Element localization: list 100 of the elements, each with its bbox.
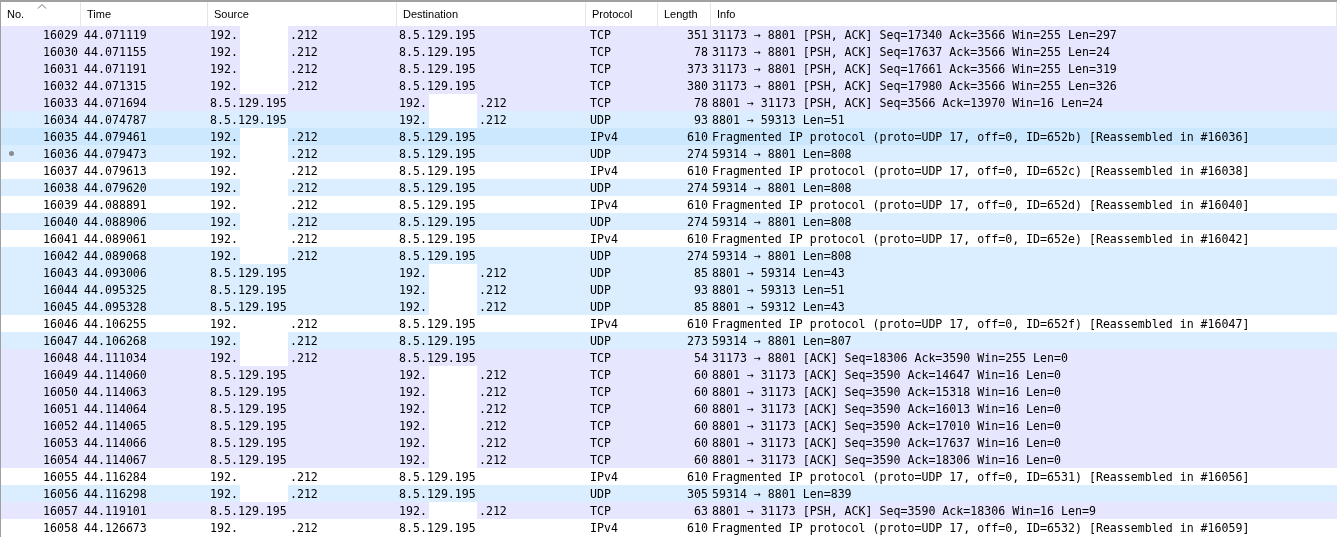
protocol-name: TCP — [589, 417, 612, 434]
packet-info: 31173 → 8801 [PSH, ACK] Seq=17340 Ack=3566 Win=255 Len=297 — [711, 26, 1118, 43]
address-part: .212 — [478, 112, 507, 127]
redaction-block — [428, 366, 477, 383]
packet-row[interactable]: 16034 44.074787 8.5.129.195 192. .212 UDP 93 8801 → 59313 Len=51 — [1, 111, 1337, 128]
source-address: 8.5.129.195 — [209, 383, 288, 400]
timestamp: 44.088891 — [83, 196, 148, 213]
address-part: 192. — [210, 333, 238, 348]
address-part: 192. — [210, 61, 238, 76]
destination-address: 8.5.129.195 — [398, 349, 477, 366]
protocol-name: UDP — [589, 264, 612, 281]
destination-address: 8.5.129.195 — [398, 128, 477, 145]
source-address: 8.5.129.195 — [209, 417, 288, 434]
redaction-block — [239, 349, 288, 366]
destination-address: 8.5.129.195 — [398, 247, 477, 264]
packet-row[interactable]: 16035 44.079461 192. .212 8.5.129.195 IPv4 610 Fragmented IP protocol (proto=UDP 17, off=0, ID=652b) [Reassembled in #16036] — [1, 128, 1337, 145]
packet-number: 16058 — [42, 519, 79, 536]
packet-info: Fragmented IP protocol (proto=UDP 17, off=0, ID=652f) [Reassembled in #16047] — [711, 315, 1251, 332]
packet-length: 85 — [693, 298, 709, 315]
packet-info: Fragmented IP protocol (proto=UDP 17, off=0, ID=652d) [Reassembled in #16040] — [711, 196, 1251, 213]
packet-row[interactable]: 16031 44.071191 192. .212 8.5.129.195 TCP 373 31173 → 8801 [PSH, ACK] Seq=17661 Ack=3566 Win=255 Len=319 — [1, 60, 1337, 77]
packet-length: 60 — [693, 383, 709, 400]
packet-number: 16055 — [42, 468, 79, 485]
packet-row[interactable]: 16050 44.114063 8.5.129.195 192. .212 TCP 60 8801 → 31173 [ACK] Seq=3590 Ack=15318 Win=16 Len=0 — [1, 383, 1337, 400]
address-part: 192. — [210, 469, 238, 484]
destination-address: 8.5.129.195 — [398, 43, 477, 60]
packet-length: 63 — [693, 502, 709, 519]
packet-number: 16038 — [42, 179, 79, 196]
packet-row[interactable]: 16053 44.114066 8.5.129.195 192. .212 TCP 60 8801 → 31173 [ACK] Seq=3590 Ack=17637 Win=16 Len=0 — [1, 434, 1337, 451]
destination-address: 8.5.129.195 — [398, 230, 477, 247]
source-address: 8.5.129.195 — [209, 298, 288, 315]
timestamp: 44.079461 — [83, 128, 148, 145]
packet-info: 8801 → 31173 [PSH, ACK] Seq=3566 Ack=13970 Win=16 Len=24 — [711, 94, 1104, 111]
packet-row[interactable]: 16049 44.114060 8.5.129.195 192. .212 TCP 60 8801 → 31173 [ACK] Seq=3590 Ack=14647 Win=16 Len=0 — [1, 366, 1337, 383]
packet-info: Fragmented IP protocol (proto=UDP 17, off=0, ID=6532) [Reassembled in #16059] — [711, 519, 1251, 536]
address-part: 192. — [210, 78, 238, 93]
address-part: .212 — [478, 265, 507, 280]
address-part: 192. — [210, 129, 238, 144]
address-part: .212 — [289, 163, 318, 178]
protocol-name: TCP — [589, 94, 612, 111]
packet-row[interactable]: 16044 44.095325 8.5.129.195 192. .212 UDP 93 8801 → 59313 Len=51 — [1, 281, 1337, 298]
redaction-block — [428, 264, 477, 281]
packet-row[interactable]: 16030 44.071155 192. .212 8.5.129.195 TCP 78 31173 → 8801 [PSH, ACK] Seq=17637 Ack=3566 Win=255 Len=24 — [1, 43, 1337, 60]
redaction-block — [239, 247, 288, 264]
packet-row[interactable]: 16043 44.093006 8.5.129.195 192. .212 UDP 85 8801 → 59314 Len=43 — [1, 264, 1337, 281]
protocol-name: UDP — [589, 485, 612, 502]
protocol-name: TCP — [589, 451, 612, 468]
packet-row[interactable]: 16036 44.079473 192. .212 8.5.129.195 UDP 274 59314 → 8801 Len=808 — [1, 145, 1337, 162]
packet-length: 351 — [686, 26, 709, 43]
packet-row[interactable]: 16056 44.116298 192. .212 8.5.129.195 UDP 305 59314 → 8801 Len=839 — [1, 485, 1337, 502]
packet-number: 16054 — [42, 451, 79, 468]
packet-length: 305 — [686, 485, 709, 502]
timestamp: 44.071119 — [83, 26, 148, 43]
timestamp: 44.111034 — [83, 349, 148, 366]
timestamp: 44.071155 — [83, 43, 148, 60]
source-address: 8.5.129.195 — [209, 451, 288, 468]
packet-row[interactable]: 16047 44.106268 192. .212 8.5.129.195 UDP 273 59314 → 8801 Len=807 — [1, 332, 1337, 349]
packet-info: 59314 → 8801 Len=808 — [711, 179, 853, 196]
packet-info: 31173 → 8801 [PSH, ACK] Seq=17637 Ack=3566 Win=255 Len=24 — [711, 43, 1111, 60]
packet-row[interactable]: 16038 44.079620 192. .212 8.5.129.195 UDP 274 59314 → 8801 Len=808 — [1, 179, 1337, 196]
packet-length: 610 — [686, 468, 709, 485]
packet-row[interactable]: 16032 44.071315 192. .212 8.5.129.195 TCP 380 31173 → 8801 [PSH, ACK] Seq=17980 Ack=3566 Win=255 Len=326 — [1, 77, 1337, 94]
packet-row[interactable]: 16048 44.111034 192. .212 8.5.129.195 TCP 54 31173 → 8801 [ACK] Seq=18306 Ack=3590 Win=255 Len=0 — [1, 349, 1337, 366]
protocol-name: UDP — [589, 247, 612, 264]
address-part: .212 — [289, 248, 318, 263]
packet-row[interactable]: 16029 44.071119 192. .212 8.5.129.195 TCP 351 31173 → 8801 [PSH, ACK] Seq=17340 Ack=3566 Win=255 Len=297 — [1, 26, 1337, 43]
source-address: 8.5.129.195 — [209, 400, 288, 417]
packet-row[interactable]: 16054 44.114067 8.5.129.195 192. .212 TCP 60 8801 → 31173 [ACK] Seq=3590 Ack=18306 Win=16 Len=0 — [1, 451, 1337, 468]
protocol-name: TCP — [589, 43, 612, 60]
address-part: 192. — [399, 112, 427, 127]
packet-row[interactable]: 16045 44.095328 8.5.129.195 192. .212 UDP 85 8801 → 59312 Len=43 — [1, 298, 1337, 315]
address-part: 192. — [210, 214, 238, 229]
packet-row[interactable]: 16040 44.088906 192. .212 8.5.129.195 UDP 274 59314 → 8801 Len=808 — [1, 213, 1337, 230]
packet-length: 610 — [686, 315, 709, 332]
packet-info: 59314 → 8801 Len=839 — [711, 485, 853, 502]
address-part: 192. — [399, 435, 427, 450]
destination-address: 8.5.129.195 — [398, 60, 477, 77]
timestamp: 44.116284 — [83, 468, 148, 485]
protocol-name: TCP — [589, 502, 612, 519]
timestamp: 44.114060 — [83, 366, 148, 383]
protocol-name: TCP — [589, 366, 612, 383]
timestamp: 44.089061 — [83, 230, 148, 247]
packet-row[interactable]: 16057 44.119101 8.5.129.195 192. .212 TCP 63 8801 → 31173 [PSH, ACK] Seq=3590 Ack=18306 Win=16 Len=9 — [1, 502, 1337, 519]
timestamp: 44.071315 — [83, 77, 148, 94]
timestamp: 44.079473 — [83, 145, 148, 162]
protocol-name: IPv4 — [589, 128, 619, 145]
packet-row[interactable]: 16042 44.089068 192. .212 8.5.129.195 UDP 274 59314 → 8801 Len=808 — [1, 247, 1337, 264]
timestamp: 44.095325 — [83, 281, 148, 298]
packet-row[interactable]: 16051 44.114064 8.5.129.195 192. .212 TCP 60 8801 → 31173 [ACK] Seq=3590 Ack=16013 Win=16 Len=0 — [1, 400, 1337, 417]
redaction-block — [239, 128, 288, 145]
destination-address: 8.5.129.195 — [398, 468, 477, 485]
packet-row[interactable]: 16052 44.114065 8.5.129.195 192. .212 TCP 60 8801 → 31173 [ACK] Seq=3590 Ack=17010 Win=16 Len=0 — [1, 417, 1337, 434]
packet-length: 610 — [686, 230, 709, 247]
packet-number: 16033 — [42, 94, 79, 111]
packet-number: 16049 — [42, 366, 79, 383]
address-part: .212 — [289, 146, 318, 161]
packet-row[interactable]: 16033 44.071694 8.5.129.195 192. .212 TCP 78 8801 → 31173 [PSH, ACK] Seq=3566 Ack=13970 Win=16 Len=24 — [1, 94, 1337, 111]
address-part: 192. — [399, 265, 427, 280]
packet-length: 373 — [686, 60, 709, 77]
address-part: .212 — [289, 61, 318, 76]
